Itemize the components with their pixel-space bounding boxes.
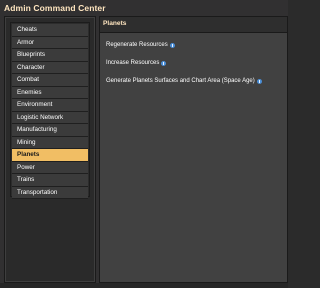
panel-title: Planets — [103, 20, 127, 27]
category-list: Cheats Armor Blueprints Character Combat… — [10, 22, 90, 199]
window-title: Admin Command Center — [4, 3, 106, 13]
info-icon[interactable] — [169, 42, 175, 48]
info-icon[interactable] — [161, 60, 167, 66]
option-label: Generate Planets Surfaces and Chart Area… — [106, 78, 255, 84]
content-panel: Planets Regenerate Resources Increase Re… — [99, 16, 288, 283]
generate-planets-button[interactable]: Generate Planets Surfaces and Chart Area… — [106, 78, 262, 84]
admin-window: Admin Command Center Cheats Armor Bluepr… — [0, 0, 288, 288]
sidebar-item-character[interactable]: Character — [12, 61, 88, 74]
bottom-edge — [0, 283, 288, 288]
increase-resources-button[interactable]: Increase Resources — [106, 60, 167, 66]
sidebar-item-environment[interactable]: Environment — [12, 99, 88, 112]
sidebar-item-logistic-network[interactable]: Logistic Network — [12, 111, 88, 124]
sidebar-item-trains[interactable]: Trains — [12, 174, 88, 187]
sidebar-item-combat[interactable]: Combat — [12, 74, 88, 87]
panel-header: Planets — [100, 17, 287, 33]
sidebar-item-power[interactable]: Power — [12, 161, 88, 174]
regenerate-resources-button[interactable]: Regenerate Resources — [106, 42, 175, 48]
sidebar-item-armor[interactable]: Armor — [12, 36, 88, 49]
sidebar-item-cheats[interactable]: Cheats — [12, 24, 88, 37]
sidebar-item-planets[interactable]: Planets — [12, 149, 88, 162]
sidebar-item-mining[interactable]: Mining — [12, 136, 88, 149]
option-label: Regenerate Resources — [106, 42, 168, 48]
sidebar-item-transportation[interactable]: Transportation — [12, 186, 88, 199]
sidebar-item-manufacturing[interactable]: Manufacturing — [12, 124, 88, 137]
option-label: Increase Resources — [106, 60, 160, 66]
sidebar-item-enemies[interactable]: Enemies — [12, 86, 88, 99]
sidebar-item-blueprints[interactable]: Blueprints — [12, 49, 88, 62]
info-icon[interactable] — [256, 78, 262, 84]
